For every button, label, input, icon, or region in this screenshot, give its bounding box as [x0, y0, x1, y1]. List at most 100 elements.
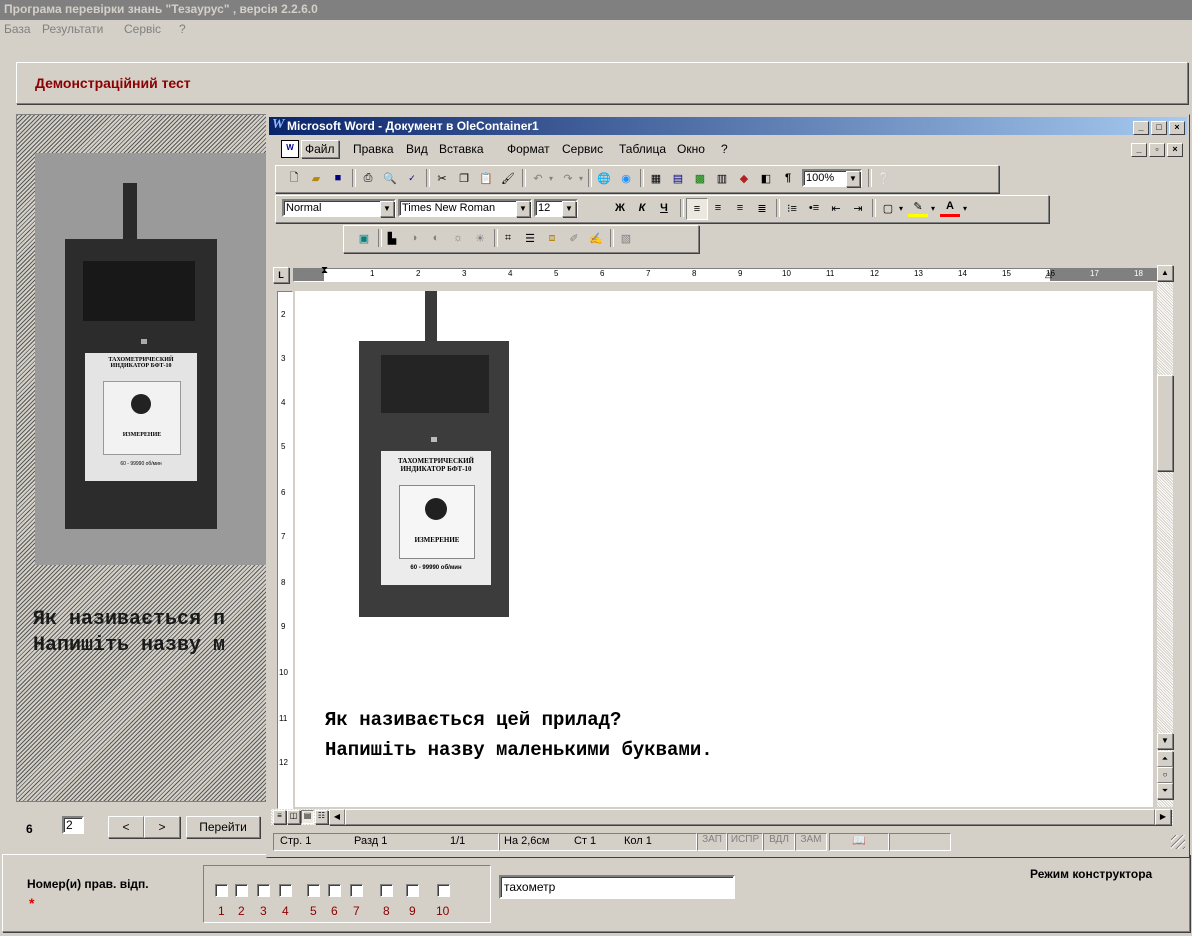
- prev-page-button[interactable]: ⏶: [1157, 751, 1173, 767]
- insert-picture-icon[interactable]: ▣: [354, 228, 374, 248]
- document-page[interactable]: ТАХОМЕТРИЧЕСКИЙ ИНДИКАТОР БФТ-10 ИЗМЕРЕН…: [295, 291, 1153, 807]
- answer-checkbox-9[interactable]: [406, 884, 419, 897]
- scroll-right-button[interactable]: ▶: [1155, 809, 1171, 825]
- answer-checkbox-10[interactable]: [437, 884, 450, 897]
- answer-checkbox-3[interactable]: [257, 884, 270, 897]
- cut-icon[interactable]: ✂: [432, 168, 452, 188]
- answer-checkbox-5[interactable]: [307, 884, 320, 897]
- print-layout-button[interactable]: ▤: [301, 810, 314, 824]
- align-right-icon[interactable]: ≡: [730, 198, 750, 218]
- zoom-select[interactable]: 100% ▼: [802, 169, 862, 187]
- answer-checkbox-7[interactable]: [350, 884, 363, 897]
- style-dropdown-icon[interactable]: ▼: [380, 201, 394, 217]
- right-indent-marker-icon[interactable]: △: [1045, 269, 1052, 280]
- redo-dropdown-icon[interactable]: ▾: [576, 168, 586, 188]
- underline-button[interactable]: Ч: [654, 198, 674, 218]
- align-center-icon[interactable]: ≡: [708, 198, 728, 218]
- status-rec[interactable]: ЗАП: [697, 833, 727, 851]
- reset-picture-icon[interactable]: ▧: [616, 228, 636, 248]
- print-preview-icon[interactable]: 🔍: [380, 168, 400, 188]
- spelling-status-icon[interactable]: 📖: [829, 833, 889, 851]
- new-doc-icon[interactable]: 🗋: [284, 168, 304, 188]
- bold-button[interactable]: Ж: [610, 198, 630, 218]
- status-ovr[interactable]: ЗАМ: [795, 833, 827, 851]
- insert-excel-icon[interactable]: ▩: [690, 168, 710, 188]
- undo-dropdown-icon[interactable]: ▾: [546, 168, 556, 188]
- highlight-dropdown-icon[interactable]: ▾: [928, 198, 938, 218]
- redo-icon[interactable]: ↷: [558, 168, 578, 188]
- answer-checkbox-4[interactable]: [279, 884, 292, 897]
- scroll-down-button[interactable]: ▼: [1157, 733, 1173, 749]
- borders-dropdown-icon[interactable]: ▾: [896, 198, 906, 218]
- tables-borders-icon[interactable]: ▦: [646, 168, 666, 188]
- font-color-icon[interactable]: A: [940, 198, 960, 217]
- resize-grip-icon[interactable]: [1171, 835, 1185, 849]
- prev-button[interactable]: <: [108, 816, 144, 838]
- undo-icon[interactable]: ↶: [528, 168, 548, 188]
- outline-view-button[interactable]: ☷: [315, 810, 328, 824]
- word-menu-help[interactable]: ?: [721, 142, 728, 156]
- align-left-icon[interactable]: ≡: [686, 198, 708, 220]
- less-brightness-icon[interactable]: ☀: [470, 228, 490, 248]
- word-minimize-button[interactable]: _: [1133, 121, 1149, 135]
- doc-restore-button[interactable]: ▫: [1149, 143, 1165, 157]
- hyperlink-icon[interactable]: 🌐: [594, 168, 614, 188]
- text-wrapping-icon[interactable]: ⧈: [542, 228, 562, 248]
- font-select[interactable]: Times New Roman ▼: [398, 199, 532, 217]
- format-painter-icon[interactable]: 🖌: [498, 168, 518, 188]
- menu-item-base[interactable]: База: [4, 22, 31, 36]
- word-menu-file[interactable]: Файл: [301, 140, 339, 158]
- normal-view-button[interactable]: ≡: [273, 810, 286, 824]
- go-button[interactable]: Перейти: [186, 816, 260, 838]
- spelling-icon[interactable]: ✓: [402, 168, 422, 188]
- answer-checkbox-8[interactable]: [380, 884, 393, 897]
- answer-checkbox-6[interactable]: [328, 884, 341, 897]
- tab-selector[interactable]: L: [273, 267, 289, 283]
- format-picture-icon[interactable]: ✐: [564, 228, 584, 248]
- italic-button[interactable]: К: [632, 198, 652, 218]
- next-page-button[interactable]: ⏷: [1157, 783, 1173, 799]
- decrease-indent-icon[interactable]: ⇤: [826, 198, 846, 218]
- save-icon[interactable]: ■: [328, 168, 348, 188]
- word-menu-edit[interactable]: Правка: [353, 142, 394, 156]
- bullets-icon[interactable]: •≡: [804, 198, 824, 218]
- line-style-icon[interactable]: ☰: [520, 228, 540, 248]
- word-menu-window[interactable]: Окно: [677, 142, 705, 156]
- page-input[interactable]: [62, 816, 84, 834]
- less-contrast-icon[interactable]: ◐: [426, 228, 446, 248]
- print-icon[interactable]: ⎙: [358, 168, 378, 188]
- horizontal-scrollbar[interactable]: ≡ ◫ ▤ ☷ ◀ ▶: [271, 809, 1173, 825]
- browse-object-button[interactable]: ○: [1157, 767, 1173, 783]
- doc-close-button[interactable]: ×: [1167, 143, 1183, 157]
- crop-icon[interactable]: ⌗: [498, 228, 518, 248]
- menu-item-service[interactable]: Сервіс: [124, 22, 161, 36]
- justify-icon[interactable]: ≣: [752, 198, 772, 218]
- copy-icon[interactable]: ❐: [454, 168, 474, 188]
- word-menu-insert[interactable]: Вставка: [439, 142, 484, 156]
- set-transparent-icon[interactable]: ✍: [586, 228, 606, 248]
- doc-minimize-button[interactable]: _: [1131, 143, 1147, 157]
- indent-marker-icon[interactable]: ⧗: [321, 265, 328, 276]
- font-color-dropdown-icon[interactable]: ▾: [960, 198, 970, 218]
- more-contrast-icon[interactable]: ◑: [404, 228, 424, 248]
- vertical-scrollbar[interactable]: ▲ ▼ ⏶ ○ ⏷: [1157, 265, 1173, 807]
- word-menu-table[interactable]: Таблица: [619, 142, 666, 156]
- word-menu-view[interactable]: Вид: [406, 142, 428, 156]
- document-map-icon[interactable]: ◧: [756, 168, 776, 188]
- borders-icon[interactable]: ▢: [878, 198, 898, 218]
- web-toolbar-icon[interactable]: ◉: [616, 168, 636, 188]
- menu-item-help[interactable]: ?: [179, 22, 186, 36]
- numbering-icon[interactable]: ⁝≡: [782, 198, 802, 218]
- increase-indent-icon[interactable]: ⇥: [848, 198, 868, 218]
- highlight-icon[interactable]: ✎: [908, 198, 928, 217]
- font-dropdown-icon[interactable]: ▼: [516, 201, 530, 217]
- document-device-image[interactable]: ТАХОМЕТРИЧЕСКИЙ ИНДИКАТОР БФТ-10 ИЗМЕРЕН…: [359, 291, 519, 621]
- status-ext[interactable]: ВДЛ: [763, 833, 795, 851]
- answer-text-input[interactable]: [499, 875, 735, 899]
- scroll-thumb[interactable]: [1157, 375, 1173, 471]
- zoom-dropdown-icon[interactable]: ▼: [846, 171, 860, 187]
- scroll-up-button[interactable]: ▲: [1157, 265, 1173, 281]
- style-select[interactable]: Normal ▼: [282, 199, 396, 217]
- vertical-ruler[interactable]: 2 3 4 5 6 7 8 9 10 11 12: [277, 291, 293, 809]
- drawing-icon[interactable]: ◆: [734, 168, 754, 188]
